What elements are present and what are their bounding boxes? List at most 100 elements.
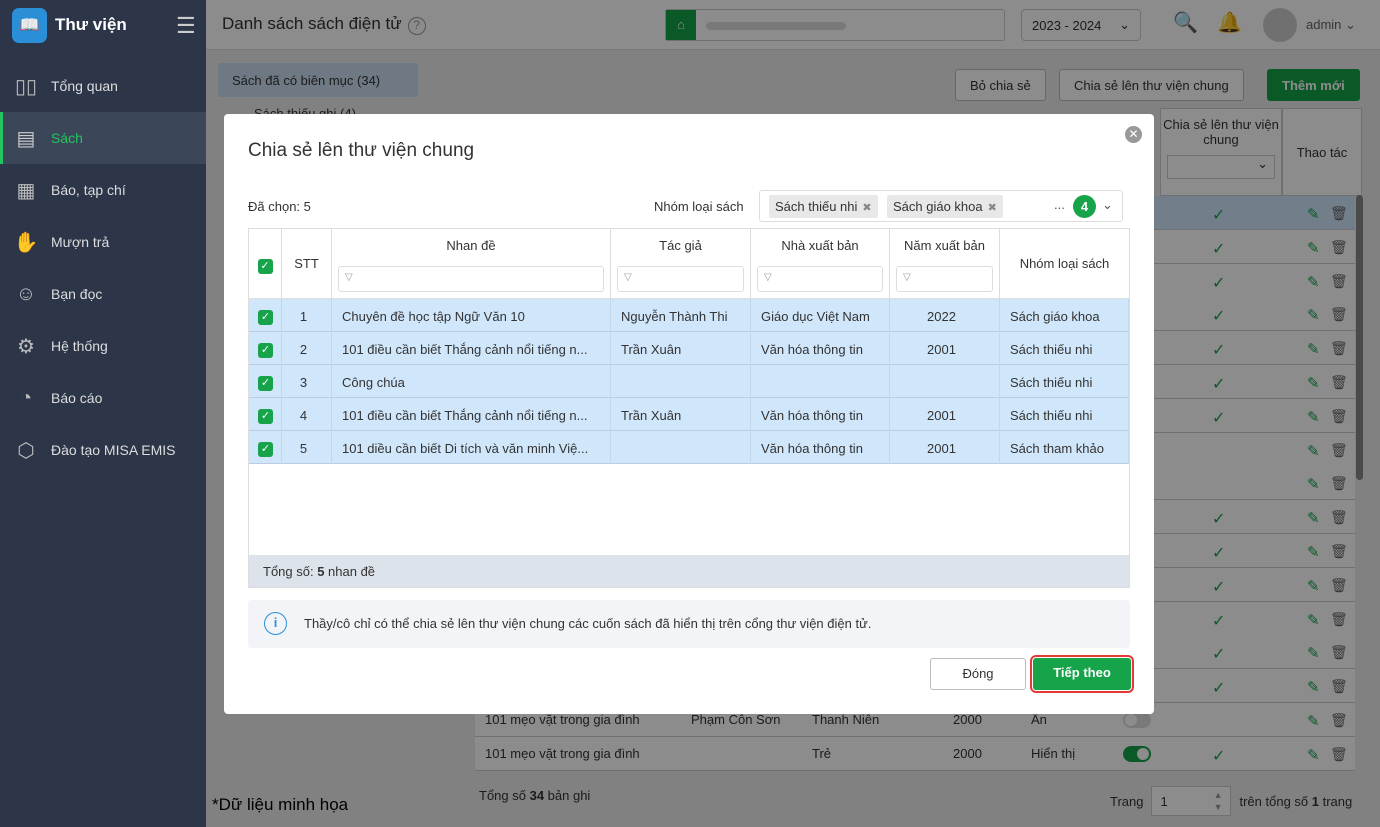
cell-stt: 3 (282, 365, 332, 398)
cell-title: 101 điều cần biết Thắng cảnh nổi tiếng n… (332, 398, 611, 431)
selected-count: Đã chọn: 5 (248, 199, 311, 214)
sidebar-item-label: Báo cáo (51, 390, 103, 406)
cell-group: Sách thiếu nhi (1000, 365, 1129, 398)
table-row[interactable]: ✓ 3 Công chúa Sách thiếu nhi (249, 365, 1129, 398)
column-header-publisher: Nhà xuất bản ▽ (751, 229, 890, 299)
cell-publisher: Văn hóa thông tin (751, 431, 890, 464)
checkbox-checked-icon: ✓ (258, 310, 273, 325)
table-row[interactable]: ✓ 4 101 điều cần biết Thắng cảnh nổi tiếng… (249, 398, 1129, 431)
newspaper-icon: ▦ (16, 179, 36, 202)
cell-group: Sách giáo khoa (1000, 299, 1129, 332)
cell-stt: 5 (282, 431, 332, 464)
column-label: Nhà xuất bản (781, 238, 859, 253)
dialog-title: Chia sẻ lên thư viện chung (248, 140, 475, 161)
remove-tag-icon[interactable]: ✖ (988, 202, 997, 214)
column-label: Tác giả (659, 238, 702, 253)
table-row[interactable]: ✓ 1 Chuyên đề học tập Ngữ Văn 10 Nguyễn Thà… (249, 299, 1129, 332)
cell-year: 2022 (890, 299, 1000, 332)
row-checkbox[interactable]: ✓ (249, 431, 282, 464)
column-header-group: Nhóm loại sách (1000, 229, 1129, 299)
cell-author (611, 365, 751, 398)
book-icon: ▤ (16, 127, 36, 150)
sidebar-item-label: Mượn trả (51, 234, 110, 250)
cell-year (890, 365, 1000, 398)
cell-publisher (751, 365, 890, 398)
cell-year: 2001 (890, 398, 1000, 431)
reader-icon: ☺ (15, 282, 37, 305)
row-checkbox[interactable]: ✓ (249, 332, 282, 365)
cell-publisher: Văn hóa thông tin (751, 398, 890, 431)
tag-label: Sách giáo khoa (893, 199, 983, 214)
close-button[interactable]: Đóng (930, 658, 1026, 690)
chart-bars-icon: ▯▯ (14, 75, 37, 98)
sidebar-item-0[interactable]: ▯▯ Tổng quan (0, 60, 206, 112)
next-button[interactable]: Tiếp theo (1030, 655, 1134, 693)
sidebar-item-5[interactable]: ⚙ Hệ thống (0, 320, 206, 372)
tag-label: Sách thiếu nhi (775, 199, 858, 214)
sidebar-item-label: Sách (51, 130, 83, 146)
box-icon: ⬡ (17, 439, 35, 462)
checkbox-checked-icon: ✓ (257, 259, 273, 274)
info-banner: i Thầy/cô chỉ có thể chia sẻ lên thư viện… (248, 600, 1130, 648)
sidebar-item-3[interactable]: ✋ Mượn trả (0, 216, 206, 268)
checkbox-checked-icon: ✓ (258, 442, 273, 457)
cell-stt: 4 (282, 398, 332, 431)
filter-year-input[interactable]: ▽ (896, 266, 993, 292)
cell-year: 2001 (890, 431, 1000, 464)
share-dialog: Chia sẻ lên thư viện chung ✕ Đã chọn: 5 … (224, 114, 1154, 714)
sidebar-nav: ▯▯ Tổng quan ▤ Sách ▦ Báo, tạp chí ✋ Mượn trả ☺ B… (0, 60, 206, 476)
cell-year: 2001 (890, 332, 1000, 365)
row-checkbox[interactable]: ✓ (249, 398, 282, 431)
cell-title: 101 điều cần biết Thắng cảnh nổi tiếng n… (332, 332, 611, 365)
chevron-down-icon[interactable]: ⌄ (1102, 197, 1113, 213)
cell-stt: 1 (282, 299, 332, 332)
table-row[interactable]: ✓ 5 101 diều cần biết Di tích và văn minh … (249, 431, 1129, 464)
sidebar-item-7[interactable]: ⬡ Đào tạo MISA EMIS (0, 424, 206, 476)
filter-publisher-input[interactable]: ▽ (757, 266, 883, 292)
hamburger-menu-icon[interactable]: ☰ (176, 13, 196, 39)
column-header-author: Tác giả ▽ (611, 229, 751, 299)
sidebar-item-label: Bạn đọc (51, 286, 103, 302)
filter-icon: ▽ (345, 272, 353, 283)
total-suffix: nhan đề (324, 564, 376, 579)
column-label: Năm xuất bản (904, 238, 985, 253)
sidebar-item-label: Tổng quan (51, 78, 118, 94)
filter-icon: ▽ (624, 272, 632, 283)
pie-chart-icon: ◔ (19, 386, 33, 409)
group-multiselect[interactable]: Sách thiếu nhi ✖ Sách giáo khoa ✖ ... 4 ⌄ (759, 190, 1123, 222)
cell-publisher: Văn hóa thông tin (751, 332, 890, 365)
remove-tag-icon[interactable]: ✖ (862, 202, 871, 214)
tag-chip: Sách giáo khoa ✖ (887, 195, 1003, 218)
sidebar-item-4[interactable]: ☺ Bạn đọc (0, 268, 206, 320)
group-label: Nhóm loại sách (654, 199, 744, 214)
cell-group: Sách thiếu nhi (1000, 398, 1129, 431)
sidebar: 📖 Thư viện ☰ ▯▯ Tổng quan ▤ Sách ▦ Báo, tạp ch… (0, 0, 206, 827)
column-header-stt: STT (282, 229, 332, 299)
more-tags: ... (1054, 197, 1065, 212)
table-footer: Tổng số: 5 nhan đề (249, 555, 1129, 587)
select-all-checkbox[interactable]: ✓ (249, 229, 282, 299)
close-icon[interactable]: ✕ (1125, 126, 1142, 143)
sidebar-item-2[interactable]: ▦ Báo, tạp chí (0, 164, 206, 216)
filter-icon: ▽ (764, 272, 772, 283)
total-prefix: Tổng số: (263, 564, 318, 579)
row-checkbox[interactable]: ✓ (249, 299, 282, 332)
cell-title: Chuyên đề học tập Ngữ Văn 10 (332, 299, 611, 332)
sidebar-item-label: Hệ thống (51, 338, 108, 354)
sidebar-item-6[interactable]: ◔ Báo cáo (0, 372, 206, 424)
filter-title-input[interactable]: ▽ (338, 266, 604, 292)
checkbox-checked-icon: ✓ (258, 409, 273, 424)
cell-publisher: Giáo dục Việt Nam (751, 299, 890, 332)
borrow-icon: ✋ (13, 231, 39, 254)
info-icon: i (264, 612, 287, 635)
checkbox-checked-icon: ✓ (258, 376, 273, 391)
table-row[interactable]: ✓ 2 101 điều cần biết Thắng cảnh nổi tiếng… (249, 332, 1129, 365)
cell-stt: 2 (282, 332, 332, 365)
sidebar-item-1[interactable]: ▤ Sách (0, 112, 206, 164)
filter-author-input[interactable]: ▽ (617, 266, 744, 292)
info-text: Thầy/cô chỉ có thể chia sẻ lên thư viện … (304, 616, 872, 631)
row-checkbox[interactable]: ✓ (249, 365, 282, 398)
cell-author (611, 431, 751, 464)
library-logo-icon: 📖 (12, 7, 47, 43)
cell-author: Trần Xuân (611, 398, 751, 431)
